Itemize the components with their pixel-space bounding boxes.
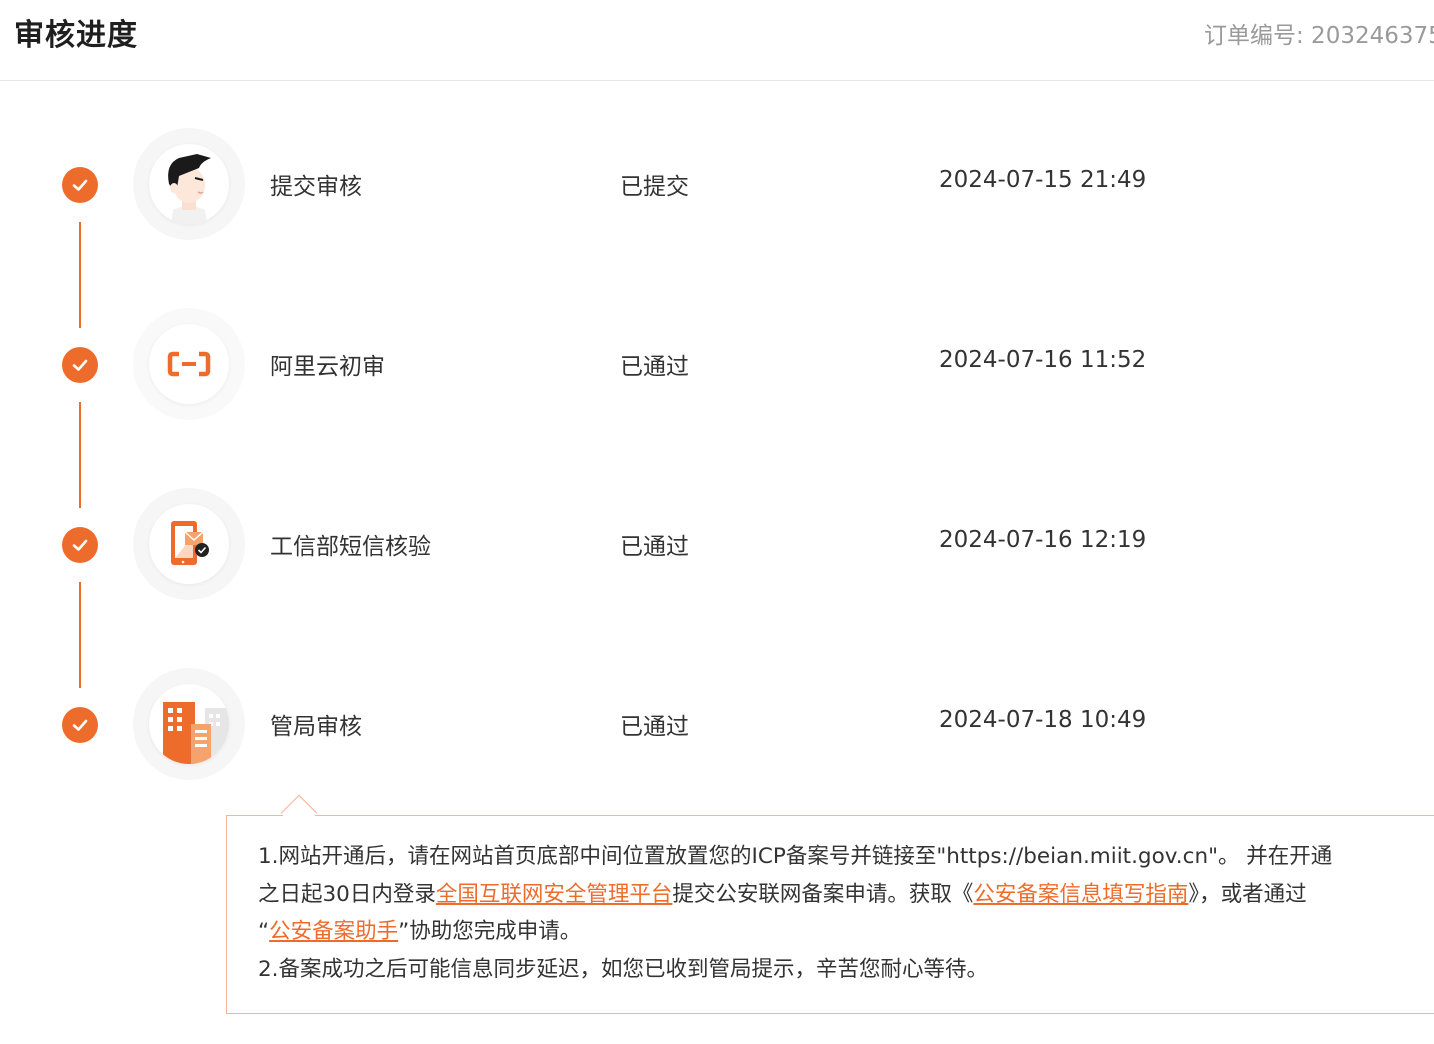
notice-text-segment: 提交公安联网备案申请。获取《 [672, 881, 974, 907]
filing-assistant-link[interactable]: 公安备案助手 [269, 919, 398, 944]
step-name: 阿里云初审 [270, 354, 385, 380]
notice-line: 之日起30日内登录全国互联网安全管理平台提交公安联网备案申请。获取《公安备案信息… [258, 876, 1434, 914]
progress-steps: 提交审核 已提交 2024-07-15 21:49 阿里云初审 已通过 2024… [0, 0, 1434, 800]
step-time: 2024-07-18 10:49 [939, 707, 1147, 733]
buildings-icon [149, 684, 229, 764]
step-bureau-review: 管局审核 已通过 2024-07-18 10:49 [0, 664, 1434, 784]
step-status: 已通过 [620, 714, 689, 740]
step-name: 工信部短信核验 [270, 534, 431, 560]
step-status: 已提交 [620, 174, 689, 200]
step-time: 2024-07-15 21:49 [939, 167, 1147, 193]
notice-text-segment: “ [258, 919, 270, 944]
check-icon [62, 527, 98, 563]
phone-message-icon [149, 504, 229, 584]
step-aliyun-review: 阿里云初审 已通过 2024-07-16 11:52 [0, 304, 1434, 424]
notice-text-segment: 之日起30日内登录 [258, 881, 436, 907]
notice-line: 2.备案成功之后可能信息同步延迟，如您已收到管局提示，辛苦您耐心等待。 [258, 956, 989, 982]
notice-text: 1.网站开通后，请在网站首页底部中间位置放置您的ICP备案号并链接至"https… [258, 838, 1434, 988]
step-time: 2024-07-16 12:19 [939, 527, 1147, 553]
step-name: 提交审核 [270, 174, 362, 200]
notice-text-segment: 》，或者通过 [1188, 881, 1307, 907]
notice-text-segment: ”协助您完成申请。 [398, 919, 582, 944]
step-sms-verification: 工信部短信核验 已通过 2024-07-16 12:19 [0, 484, 1434, 604]
aliyun-logo-icon [149, 324, 229, 404]
step-status: 已通过 [620, 534, 689, 560]
step-status: 已通过 [620, 354, 689, 380]
check-icon [62, 167, 98, 203]
filing-guide-link[interactable]: 公安备案信息填写指南 [973, 882, 1188, 907]
security-platform-link[interactable]: 全国互联网安全管理平台 [436, 882, 673, 907]
step-time: 2024-07-16 11:52 [939, 347, 1147, 373]
notice-line: “公安备案助手”协助您完成申请。 [258, 913, 1434, 951]
notice-line: 1.网站开通后，请在网站首页底部中间位置放置您的ICP备案号并链接至"https… [258, 844, 1333, 869]
check-icon [62, 707, 98, 743]
check-icon [62, 347, 98, 383]
step-name: 管局审核 [270, 714, 362, 740]
step-submit-review: 提交审核 已提交 2024-07-15 21:49 [0, 124, 1434, 244]
person-avatar-icon [149, 144, 229, 224]
